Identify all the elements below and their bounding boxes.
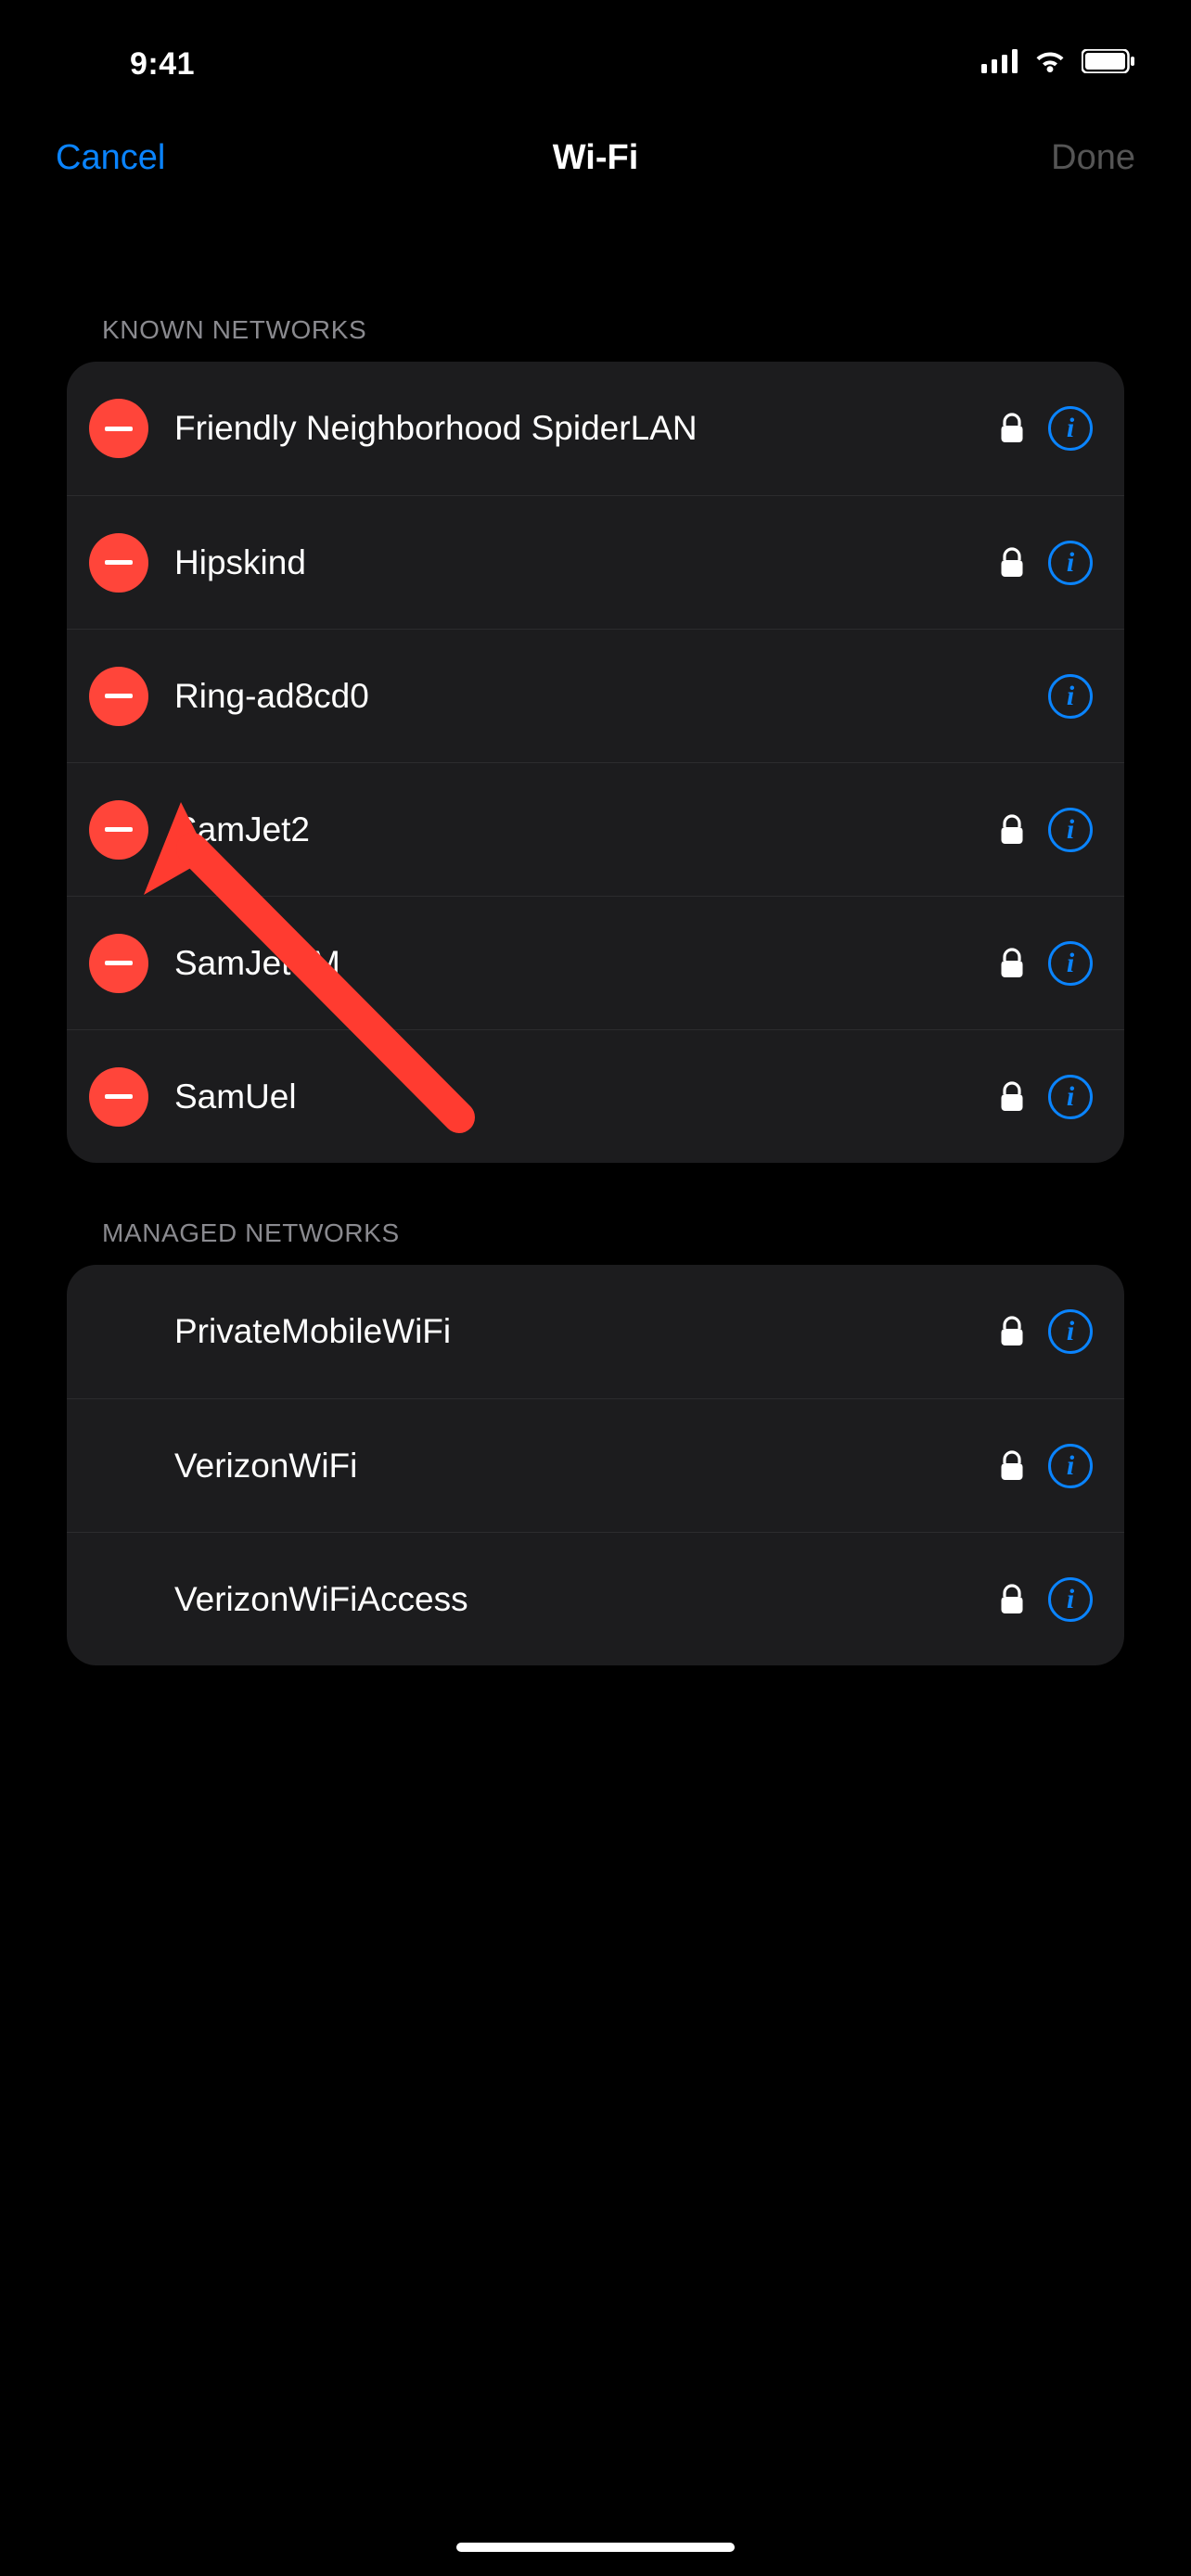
cancel-button[interactable]: Cancel	[56, 138, 165, 178]
network-name: Friendly Neighborhood SpiderLAN	[174, 409, 989, 448]
lock-icon	[1000, 1316, 1024, 1347]
navbar: Cancel Wi-Fi Done	[0, 111, 1191, 204]
network-row[interactable]: PrivateMobileWiFi i	[67, 1265, 1124, 1398]
network-row[interactable]: Hipskind i	[67, 495, 1124, 629]
network-name: SamJet2	[174, 810, 989, 849]
network-row[interactable]: SamJetTM i	[67, 896, 1124, 1029]
delete-button[interactable]	[89, 667, 148, 726]
network-row[interactable]: Ring-ad8cd0 i	[67, 629, 1124, 762]
lock-icon	[1000, 814, 1024, 846]
cellular-icon	[981, 49, 1018, 73]
info-button[interactable]: i	[1048, 808, 1093, 852]
network-name: Ring-ad8cd0	[174, 677, 1024, 716]
section-header-managed: Managed Networks	[0, 1218, 1191, 1265]
status-icons	[981, 48, 1135, 74]
lock-icon	[1000, 1450, 1024, 1482]
battery-icon	[1082, 49, 1135, 73]
info-button[interactable]: i	[1048, 1444, 1093, 1488]
network-row[interactable]: VerizonWiFi i	[67, 1398, 1124, 1532]
status-time: 9:41	[130, 46, 195, 83]
info-button[interactable]: i	[1048, 541, 1093, 585]
delete-button[interactable]	[89, 800, 148, 860]
info-button[interactable]: i	[1048, 1309, 1093, 1354]
network-row[interactable]: SamJet2 i	[67, 762, 1124, 896]
wifi-icon	[1031, 48, 1069, 74]
page-title: Wi-Fi	[553, 138, 639, 178]
lock-icon	[1000, 1081, 1024, 1113]
network-name: VerizonWiFi	[174, 1447, 989, 1486]
info-button[interactable]: i	[1048, 406, 1093, 451]
info-button[interactable]: i	[1048, 1577, 1093, 1622]
network-name: SamJetTM	[174, 944, 989, 983]
info-button[interactable]: i	[1048, 941, 1093, 986]
network-row[interactable]: VerizonWiFiAccess i	[67, 1532, 1124, 1665]
home-indicator	[456, 2543, 735, 2552]
managed-networks-group: PrivateMobileWiFiiVerizonWiFiiVerizonWiF…	[67, 1265, 1124, 1665]
section-header-known: Known Networks	[0, 315, 1191, 362]
network-row[interactable]: SamUel i	[67, 1029, 1124, 1163]
delete-button[interactable]	[89, 533, 148, 593]
delete-button[interactable]	[89, 934, 148, 993]
network-row[interactable]: Friendly Neighborhood SpiderLAN i	[67, 362, 1124, 495]
lock-icon	[1000, 413, 1024, 444]
lock-icon	[1000, 948, 1024, 979]
status-bar: 9:41	[0, 0, 1191, 102]
lock-icon	[1000, 547, 1024, 579]
network-name: Hipskind	[174, 543, 989, 582]
network-name: SamUel	[174, 1078, 989, 1116]
info-button[interactable]: i	[1048, 674, 1093, 719]
delete-button[interactable]	[89, 399, 148, 458]
known-networks-group: Friendly Neighborhood SpiderLANiHipskind…	[67, 362, 1124, 1163]
lock-icon	[1000, 1584, 1024, 1615]
network-name: VerizonWiFiAccess	[174, 1580, 989, 1619]
info-button[interactable]: i	[1048, 1075, 1093, 1119]
network-name: PrivateMobileWiFi	[174, 1312, 989, 1351]
done-button[interactable]: Done	[1051, 138, 1135, 178]
delete-button[interactable]	[89, 1067, 148, 1127]
